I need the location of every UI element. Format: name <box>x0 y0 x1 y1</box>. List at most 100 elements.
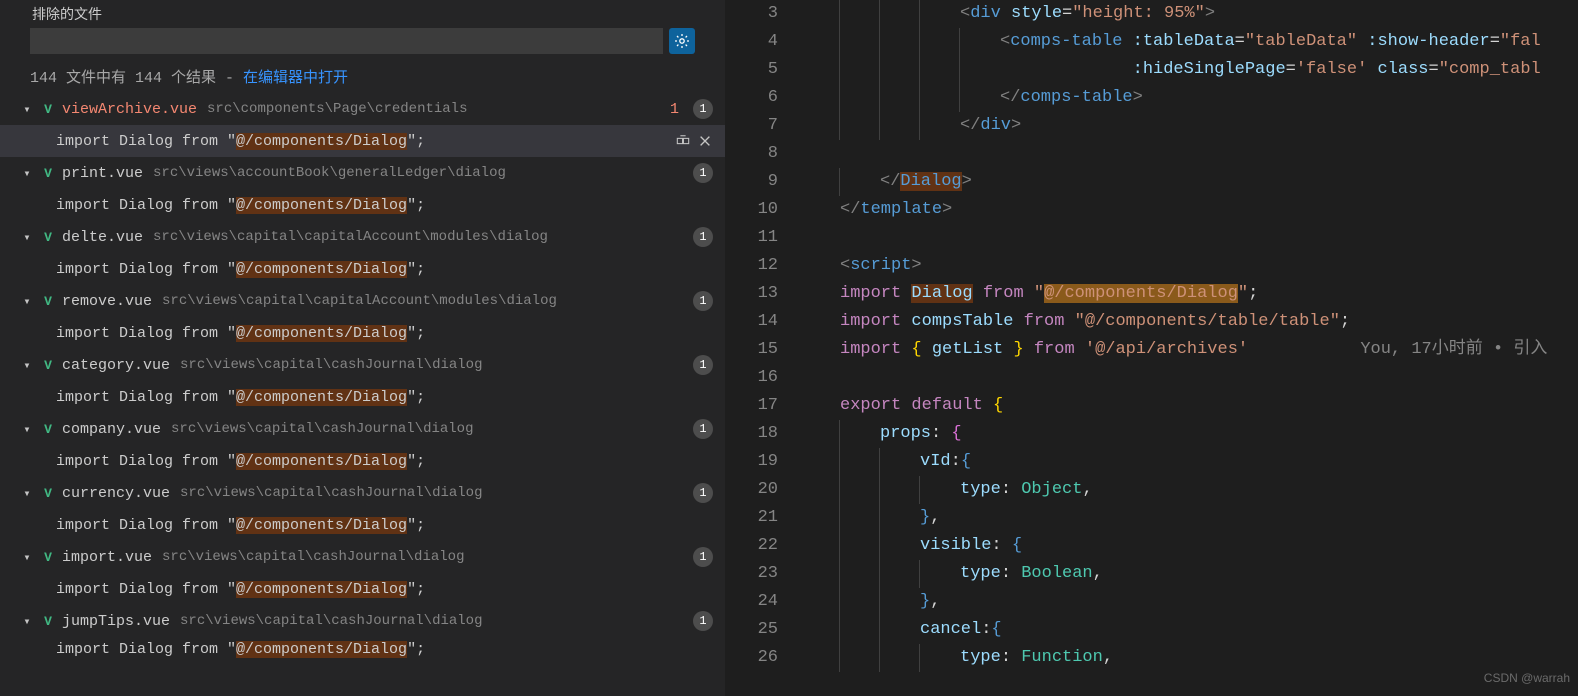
line-number: 26 <box>726 644 778 672</box>
match-count-badge: 1 <box>693 291 713 311</box>
summary-text: 144 文件中有 144 个结果 - <box>30 70 243 87</box>
match-row[interactable]: import Dialog from "@/components/Dialog"… <box>0 509 725 541</box>
code-line[interactable]: <comps-table :tableData="tableData" :sho… <box>800 28 1578 56</box>
chevron-down-icon: ▾ <box>20 486 34 501</box>
file-row[interactable]: ▾Vprint.vuesrc\views\accountBook\general… <box>0 157 725 189</box>
line-number: 15 <box>726 336 778 364</box>
match-row[interactable]: import Dialog from "@/components/Dialog"… <box>0 125 725 157</box>
file-path: src\views\capital\cashJournal\dialog <box>171 421 473 437</box>
match-row[interactable]: import Dialog from "@/components/Dialog"… <box>0 445 725 477</box>
match-text: import Dialog from "@/components/Dialog"… <box>56 261 425 278</box>
match-row[interactable]: import Dialog from "@/components/Dialog"… <box>0 253 725 285</box>
chevron-down-icon: ▾ <box>20 230 34 245</box>
match-row[interactable]: import Dialog from "@/components/Dialog"… <box>0 381 725 413</box>
code-line[interactable]: </comps-table> <box>800 84 1578 112</box>
code-line[interactable]: </Dialog> <box>800 168 1578 196</box>
code-line[interactable]: import Dialog from "@/components/Dialog"… <box>800 280 1578 308</box>
file-name: delte.vue <box>62 229 143 246</box>
close-icon[interactable] <box>697 133 713 149</box>
line-number: 9 <box>726 168 778 196</box>
open-in-editor-link[interactable]: 在编辑器中打开 <box>243 70 348 87</box>
code-line[interactable]: vId:{ <box>800 448 1578 476</box>
code-line[interactable]: <div style="height: 95%"> <box>800 0 1578 28</box>
file-path: src\views\capital\cashJournal\dialog <box>180 357 482 373</box>
match-count-badge: 1 <box>693 611 713 631</box>
match-count-badge: 1 <box>693 355 713 375</box>
code-line[interactable]: import { getList } from '@/api/archives'… <box>800 336 1578 364</box>
file-row[interactable]: ▾Vimport.vuesrc\views\capital\cashJourna… <box>0 541 725 573</box>
vue-icon: V <box>40 166 56 181</box>
code-line[interactable]: :hideSinglePage='false' class="comp_tabl <box>800 56 1578 84</box>
chevron-down-icon: ▾ <box>20 166 34 181</box>
match-text: import Dialog from "@/components/Dialog"… <box>56 325 425 342</box>
file-row[interactable]: ▾VviewArchive.vuesrc\components\Page\cre… <box>0 93 725 125</box>
chevron-down-icon: ▾ <box>20 614 34 629</box>
vue-icon: V <box>40 614 56 629</box>
code-line[interactable]: visible: { <box>800 532 1578 560</box>
code-line[interactable]: <script> <box>800 252 1578 280</box>
match-row[interactable]: import Dialog from "@/components/Dialog"… <box>0 573 725 605</box>
match-row[interactable]: import Dialog from "@/components/Dialog"… <box>0 189 725 221</box>
vue-icon: V <box>40 358 56 373</box>
chevron-down-icon: ▾ <box>20 102 34 117</box>
file-row[interactable]: ▾Vcategory.vuesrc\views\capital\cashJour… <box>0 349 725 381</box>
code-line[interactable]: type: Object, <box>800 476 1578 504</box>
vue-icon: V <box>40 550 56 565</box>
code-line[interactable] <box>800 364 1578 392</box>
file-row[interactable]: ▾Vremove.vuesrc\views\capital\capitalAcc… <box>0 285 725 317</box>
gear-button[interactable] <box>669 28 695 54</box>
code-line[interactable]: cancel:{ <box>800 616 1578 644</box>
line-number: 14 <box>726 308 778 336</box>
match-row[interactable]: import Dialog from "@/components/Dialog"… <box>0 637 725 661</box>
results-summary: 144 文件中有 144 个结果 - 在编辑器中打开 <box>0 58 725 93</box>
match-count-badge: 1 <box>693 547 713 567</box>
code-line[interactable] <box>800 140 1578 168</box>
match-count-badge: 1 <box>693 227 713 247</box>
line-number: 6 <box>726 84 778 112</box>
line-number: 22 <box>726 532 778 560</box>
file-path: src\views\accountBook\generalLedger\dial… <box>153 165 506 181</box>
file-name: viewArchive.vue <box>62 101 197 118</box>
code-line[interactable]: type: Function, <box>800 644 1578 672</box>
vue-icon: V <box>40 102 56 117</box>
file-path: src\views\capital\capitalAccount\modules… <box>162 293 557 309</box>
code-area[interactable]: <div style="height: 95%"><comps-table :t… <box>800 0 1578 696</box>
file-row[interactable]: ▾Vdelte.vuesrc\views\capital\capitalAcco… <box>0 221 725 253</box>
code-line[interactable] <box>800 224 1578 252</box>
code-line[interactable]: export default { <box>800 392 1578 420</box>
line-number: 19 <box>726 448 778 476</box>
line-number: 4 <box>726 28 778 56</box>
gear-icon <box>674 33 690 49</box>
vue-icon: V <box>40 294 56 309</box>
code-line[interactable]: </template> <box>800 196 1578 224</box>
code-line[interactable]: type: Boolean, <box>800 560 1578 588</box>
file-row[interactable]: ▾Vcompany.vuesrc\views\capital\cashJourn… <box>0 413 725 445</box>
watermark: CSDN @warrah <box>1484 664 1570 692</box>
file-row[interactable]: ▾VjumpTips.vuesrc\views\capital\cashJour… <box>0 605 725 637</box>
code-line[interactable]: }, <box>800 504 1578 532</box>
code-line[interactable]: props: { <box>800 420 1578 448</box>
file-name: currency.vue <box>62 485 170 502</box>
match-text: import Dialog from "@/components/Dialog"… <box>56 133 425 150</box>
line-number: 17 <box>726 392 778 420</box>
line-number: 11 <box>726 224 778 252</box>
replace-icon[interactable] <box>675 133 691 149</box>
code-line[interactable]: }, <box>800 588 1578 616</box>
line-number-gutter: 3456789101112131415161718192021222324252… <box>726 0 800 696</box>
file-path: src\views\capital\cashJournal\dialog <box>180 485 482 501</box>
file-name: category.vue <box>62 357 170 374</box>
code-editor[interactable]: 3456789101112131415161718192021222324252… <box>726 0 1578 696</box>
line-number: 18 <box>726 420 778 448</box>
search-panel: 排除的文件 144 文件中有 144 个结果 - 在编辑器中打开 ▾ VviewA… <box>0 0 726 696</box>
file-row[interactable]: ▾Vcurrency.vuesrc\views\capital\cashJour… <box>0 477 725 509</box>
code-line[interactable]: import compsTable from "@/components/tab… <box>800 308 1578 336</box>
chevron-down-icon: ▾ <box>20 550 34 565</box>
line-number: 13 <box>726 280 778 308</box>
line-number: 21 <box>726 504 778 532</box>
exclude-input[interactable] <box>30 28 663 54</box>
exclude-label: 排除的文件 <box>0 0 725 26</box>
match-row[interactable]: import Dialog from "@/components/Dialog"… <box>0 317 725 349</box>
line-number: 7 <box>726 112 778 140</box>
code-line[interactable]: </div> <box>800 112 1578 140</box>
results-tree[interactable]: ▾VviewArchive.vuesrc\components\Page\cre… <box>0 93 725 696</box>
